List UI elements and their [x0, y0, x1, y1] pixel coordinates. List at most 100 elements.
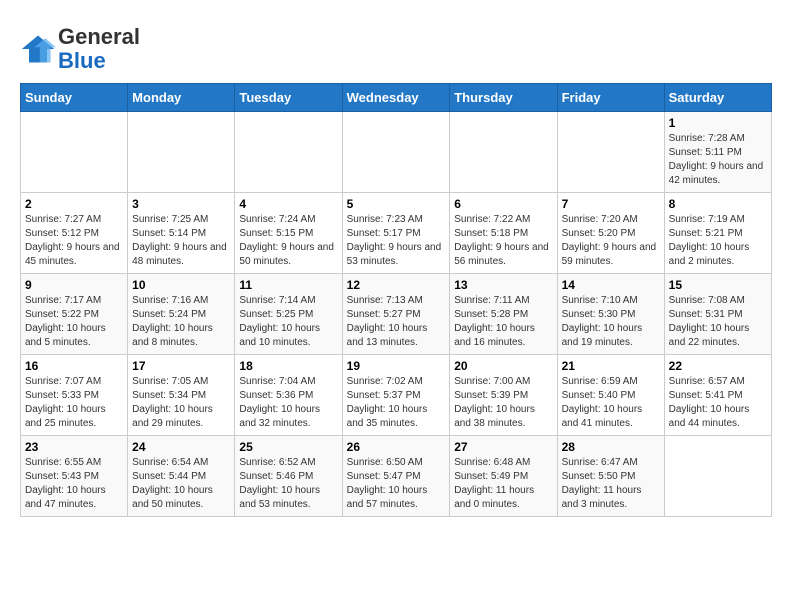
calendar-cell: 2 Sunrise: 7:27 AM Sunset: 5:12 PM Daylig… — [21, 193, 128, 274]
day-number: 24 — [132, 440, 230, 454]
day-detail: Sunrise: 6:54 AM Sunset: 5:44 PM Dayligh… — [132, 456, 230, 512]
day-header-tuesday: Tuesday — [235, 84, 342, 112]
day-number: 4 — [239, 197, 337, 211]
day-detail: Sunrise: 7:10 AM Sunset: 5:30 PM Dayligh… — [562, 294, 660, 350]
calendar-cell: 22 Sunrise: 6:57 AM Sunset: 5:41 PM Dayli… — [664, 355, 771, 436]
calendar-cell: 13 Sunrise: 7:11 AM Sunset: 5:28 PM Dayli… — [450, 274, 557, 355]
day-number: 7 — [562, 197, 660, 211]
calendar-cell — [342, 112, 450, 193]
logo: General Blue — [20, 25, 140, 73]
calendar-cell: 28 Sunrise: 6:47 AM Sunset: 5:50 PM Dayli… — [557, 436, 664, 517]
calendar-cell: 20 Sunrise: 7:00 AM Sunset: 5:39 PM Dayli… — [450, 355, 557, 436]
day-number: 12 — [347, 278, 446, 292]
day-detail: Sunrise: 7:04 AM Sunset: 5:36 PM Dayligh… — [239, 375, 337, 431]
calendar-cell: 14 Sunrise: 7:10 AM Sunset: 5:30 PM Dayli… — [557, 274, 664, 355]
calendar-cell: 18 Sunrise: 7:04 AM Sunset: 5:36 PM Dayli… — [235, 355, 342, 436]
calendar-cell: 16 Sunrise: 7:07 AM Sunset: 5:33 PM Dayli… — [21, 355, 128, 436]
day-number: 19 — [347, 359, 446, 373]
calendar-cell: 12 Sunrise: 7:13 AM Sunset: 5:27 PM Dayli… — [342, 274, 450, 355]
logo-icon — [20, 31, 56, 67]
day-number: 20 — [454, 359, 552, 373]
calendar-table: SundayMondayTuesdayWednesdayThursdayFrid… — [20, 83, 772, 517]
page-header: General Blue — [20, 20, 772, 73]
calendar-cell: 9 Sunrise: 7:17 AM Sunset: 5:22 PM Daylig… — [21, 274, 128, 355]
day-number: 14 — [562, 278, 660, 292]
day-number: 21 — [562, 359, 660, 373]
day-number: 27 — [454, 440, 552, 454]
day-number: 8 — [669, 197, 767, 211]
day-header-thursday: Thursday — [450, 84, 557, 112]
day-number: 9 — [25, 278, 123, 292]
calendar-cell: 21 Sunrise: 6:59 AM Sunset: 5:40 PM Dayli… — [557, 355, 664, 436]
calendar-cell: 27Sunrise: 6:48 AM Sunset: 5:49 PM Dayli… — [450, 436, 557, 517]
calendar-cell: 17 Sunrise: 7:05 AM Sunset: 5:34 PM Dayli… — [128, 355, 235, 436]
calendar-cell — [128, 112, 235, 193]
day-detail: Sunrise: 6:50 AM Sunset: 5:47 PM Dayligh… — [347, 456, 446, 512]
day-number: 3 — [132, 197, 230, 211]
day-header-monday: Monday — [128, 84, 235, 112]
calendar-cell: 8 Sunrise: 7:19 AM Sunset: 5:21 PM Daylig… — [664, 193, 771, 274]
day-number: 5 — [347, 197, 446, 211]
day-number: 2 — [25, 197, 123, 211]
calendar-cell: 23 Sunrise: 6:55 AM Sunset: 5:43 PM Dayli… — [21, 436, 128, 517]
day-detail: Sunrise: 7:05 AM Sunset: 5:34 PM Dayligh… — [132, 375, 230, 431]
day-number: 18 — [239, 359, 337, 373]
day-detail: Sunrise: 6:57 AM Sunset: 5:41 PM Dayligh… — [669, 375, 767, 431]
calendar-cell: 1Sunrise: 7:28 AM Sunset: 5:11 PM Daylig… — [664, 112, 771, 193]
day-detail: Sunrise: 7:24 AM Sunset: 5:15 PM Dayligh… — [239, 213, 337, 269]
day-number: 16 — [25, 359, 123, 373]
day-detail: Sunrise: 6:52 AM Sunset: 5:46 PM Dayligh… — [239, 456, 337, 512]
day-detail: Sunrise: 7:19 AM Sunset: 5:21 PM Dayligh… — [669, 213, 767, 269]
calendar-cell — [235, 112, 342, 193]
day-number: 13 — [454, 278, 552, 292]
day-detail: Sunrise: 6:55 AM Sunset: 5:43 PM Dayligh… — [25, 456, 123, 512]
day-detail: Sunrise: 7:17 AM Sunset: 5:22 PM Dayligh… — [25, 294, 123, 350]
day-number: 28 — [562, 440, 660, 454]
day-detail: Sunrise: 7:20 AM Sunset: 5:20 PM Dayligh… — [562, 213, 660, 269]
day-detail: Sunrise: 7:22 AM Sunset: 5:18 PM Dayligh… — [454, 213, 552, 269]
day-detail: Sunrise: 7:07 AM Sunset: 5:33 PM Dayligh… — [25, 375, 123, 431]
day-detail: Sunrise: 6:47 AM Sunset: 5:50 PM Dayligh… — [562, 456, 660, 512]
calendar-cell: 19 Sunrise: 7:02 AM Sunset: 5:37 PM Dayli… — [342, 355, 450, 436]
day-detail: Sunrise: 7:13 AM Sunset: 5:27 PM Dayligh… — [347, 294, 446, 350]
calendar-cell: 6 Sunrise: 7:22 AM Sunset: 5:18 PM Daylig… — [450, 193, 557, 274]
day-number: 26 — [347, 440, 446, 454]
calendar-cell — [450, 112, 557, 193]
day-detail: Sunrise: 7:27 AM Sunset: 5:12 PM Dayligh… — [25, 213, 123, 269]
day-detail: Sunrise: 7:02 AM Sunset: 5:37 PM Dayligh… — [347, 375, 446, 431]
calendar-cell: 3 Sunrise: 7:25 AM Sunset: 5:14 PM Daylig… — [128, 193, 235, 274]
calendar-cell: 25 Sunrise: 6:52 AM Sunset: 5:46 PM Dayli… — [235, 436, 342, 517]
day-detail: Sunrise: 7:25 AM Sunset: 5:14 PM Dayligh… — [132, 213, 230, 269]
day-number: 25 — [239, 440, 337, 454]
day-number: 17 — [132, 359, 230, 373]
day-detail: Sunrise: 7:28 AM Sunset: 5:11 PM Dayligh… — [669, 132, 767, 188]
day-detail: Sunrise: 7:16 AM Sunset: 5:24 PM Dayligh… — [132, 294, 230, 350]
calendar-cell — [21, 112, 128, 193]
day-header-wednesday: Wednesday — [342, 84, 450, 112]
day-number: 22 — [669, 359, 767, 373]
day-number: 11 — [239, 278, 337, 292]
calendar-cell — [664, 436, 771, 517]
day-header-saturday: Saturday — [664, 84, 771, 112]
day-number: 10 — [132, 278, 230, 292]
calendar-cell: 5 Sunrise: 7:23 AM Sunset: 5:17 PM Daylig… — [342, 193, 450, 274]
calendar-cell: 7 Sunrise: 7:20 AM Sunset: 5:20 PM Daylig… — [557, 193, 664, 274]
day-header-sunday: Sunday — [21, 84, 128, 112]
day-detail: Sunrise: 7:00 AM Sunset: 5:39 PM Dayligh… — [454, 375, 552, 431]
day-header-friday: Friday — [557, 84, 664, 112]
day-detail: Sunrise: 7:14 AM Sunset: 5:25 PM Dayligh… — [239, 294, 337, 350]
day-number: 15 — [669, 278, 767, 292]
calendar-cell: 15 Sunrise: 7:08 AM Sunset: 5:31 PM Dayli… — [664, 274, 771, 355]
calendar-cell: 4 Sunrise: 7:24 AM Sunset: 5:15 PM Daylig… — [235, 193, 342, 274]
calendar-cell: 10 Sunrise: 7:16 AM Sunset: 5:24 PM Dayli… — [128, 274, 235, 355]
calendar-cell: 26 Sunrise: 6:50 AM Sunset: 5:47 PM Dayli… — [342, 436, 450, 517]
day-detail: Sunrise: 7:08 AM Sunset: 5:31 PM Dayligh… — [669, 294, 767, 350]
calendar-cell: 24 Sunrise: 6:54 AM Sunset: 5:44 PM Dayli… — [128, 436, 235, 517]
day-detail: Sunrise: 7:23 AM Sunset: 5:17 PM Dayligh… — [347, 213, 446, 269]
day-detail: Sunrise: 6:59 AM Sunset: 5:40 PM Dayligh… — [562, 375, 660, 431]
day-number: 6 — [454, 197, 552, 211]
calendar-cell: 11 Sunrise: 7:14 AM Sunset: 5:25 PM Dayli… — [235, 274, 342, 355]
day-detail: Sunrise: 7:11 AM Sunset: 5:28 PM Dayligh… — [454, 294, 552, 350]
calendar-cell — [557, 112, 664, 193]
day-number: 23 — [25, 440, 123, 454]
